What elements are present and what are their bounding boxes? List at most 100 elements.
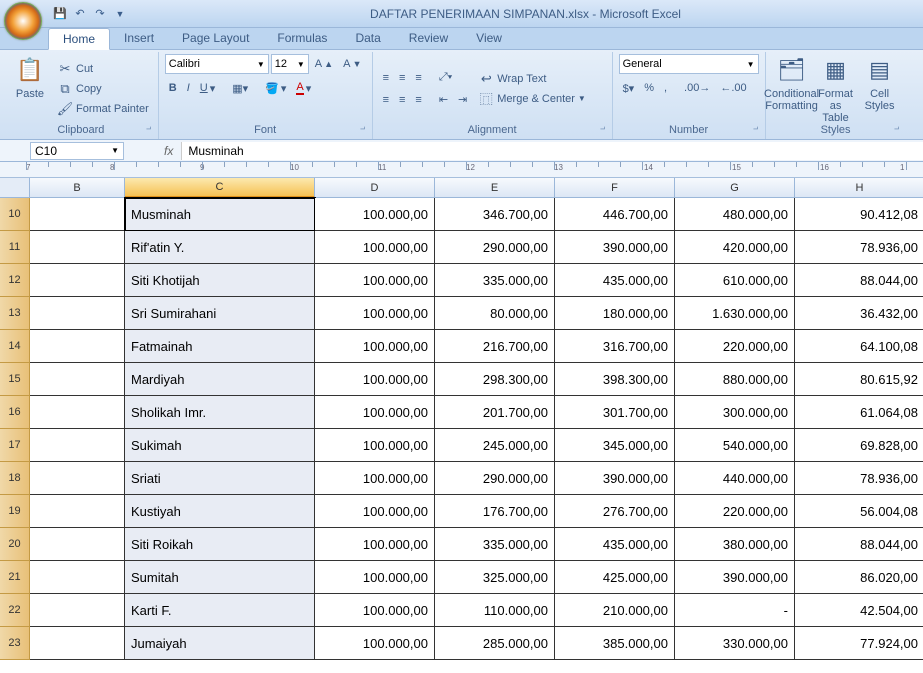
orientation-button[interactable]: ⤢▾: [435, 68, 456, 88]
row-header[interactable]: 13: [0, 297, 30, 330]
align-right-button[interactable]: ≡: [411, 90, 425, 110]
cell-value[interactable]: 345.000,00: [555, 429, 675, 462]
cell-value[interactable]: 300.000,00: [675, 396, 795, 429]
qat-dropdown-icon[interactable]: ▼: [112, 6, 128, 22]
cell-value[interactable]: 110.000,00: [435, 594, 555, 627]
format-as-table-button[interactable]: ▦Format as Table: [816, 54, 856, 125]
row-header[interactable]: 14: [0, 330, 30, 363]
cut-button[interactable]: ✂Cut: [54, 60, 152, 78]
cell-value[interactable]: 100.000,00: [315, 396, 435, 429]
cell-value[interactable]: 100.000,00: [315, 297, 435, 330]
cell[interactable]: [30, 495, 125, 528]
cell-value[interactable]: -: [675, 594, 795, 627]
cell-value[interactable]: 301.700,00: [555, 396, 675, 429]
decrease-indent-button[interactable]: ⇤: [435, 90, 452, 110]
cell-value[interactable]: 80.615,92: [795, 363, 923, 396]
cell-value[interactable]: 100.000,00: [315, 561, 435, 594]
cell-value[interactable]: 390.000,00: [555, 231, 675, 264]
cell[interactable]: [30, 231, 125, 264]
cell-value[interactable]: 390.000,00: [555, 462, 675, 495]
cell-value[interactable]: 346.700,00: [435, 198, 555, 231]
cell-value[interactable]: 335.000,00: [435, 264, 555, 297]
cell-value[interactable]: 285.000,00: [435, 627, 555, 660]
cell-value[interactable]: 88.044,00: [795, 264, 923, 297]
border-button[interactable]: ▦▾: [228, 78, 252, 98]
font-color-button[interactable]: A▾: [292, 78, 315, 98]
cell-value[interactable]: 56.004,08: [795, 495, 923, 528]
cell-value[interactable]: 100.000,00: [315, 264, 435, 297]
wrap-text-button[interactable]: ↩Wrap Text: [475, 70, 589, 88]
tab-home[interactable]: Home: [48, 28, 110, 50]
cell-value[interactable]: 100.000,00: [315, 429, 435, 462]
row-header[interactable]: 10: [0, 198, 30, 231]
row-header[interactable]: 17: [0, 429, 30, 462]
cell-value[interactable]: 64.100,08: [795, 330, 923, 363]
currency-button[interactable]: $▾: [619, 78, 639, 98]
cell-value[interactable]: 69.828,00: [795, 429, 923, 462]
cell-value[interactable]: 80.000,00: [435, 297, 555, 330]
cell[interactable]: [30, 462, 125, 495]
cell[interactable]: [30, 561, 125, 594]
cell-value[interactable]: 77.924,00: [795, 627, 923, 660]
align-middle-button[interactable]: ≡: [395, 68, 409, 88]
cell-value[interactable]: 100.000,00: [315, 363, 435, 396]
formula-input[interactable]: [181, 142, 923, 160]
tab-insert[interactable]: Insert: [110, 28, 168, 49]
cell-name[interactable]: Mardiyah: [125, 363, 315, 396]
cell-value[interactable]: 100.000,00: [315, 330, 435, 363]
tab-review[interactable]: Review: [395, 28, 462, 49]
decrease-font-button[interactable]: A▼: [339, 54, 365, 74]
cell-value[interactable]: 220.000,00: [675, 495, 795, 528]
cell-value[interactable]: 100.000,00: [315, 594, 435, 627]
cell-styles-button[interactable]: ▤Cell Styles: [860, 54, 900, 125]
cell[interactable]: [30, 198, 125, 231]
copy-button[interactable]: ⧉Copy: [54, 80, 152, 98]
cell-value[interactable]: 316.700,00: [555, 330, 675, 363]
cell-value[interactable]: 1.630.000,00: [675, 297, 795, 330]
cell-value[interactable]: 180.000,00: [555, 297, 675, 330]
underline-button[interactable]: U▾: [196, 78, 219, 98]
tab-formulas[interactable]: Formulas: [263, 28, 341, 49]
cell-value[interactable]: 36.432,00: [795, 297, 923, 330]
cell-value[interactable]: 100.000,00: [315, 462, 435, 495]
cell-value[interactable]: 385.000,00: [555, 627, 675, 660]
cell-name[interactable]: Siti Roikah: [125, 528, 315, 561]
cell-value[interactable]: 290.000,00: [435, 231, 555, 264]
cell-value[interactable]: 540.000,00: [675, 429, 795, 462]
cell[interactable]: [30, 594, 125, 627]
fill-color-button[interactable]: 🪣▾: [261, 78, 290, 98]
cell-value[interactable]: 420.000,00: [675, 231, 795, 264]
conditional-formatting-button[interactable]: 🗂Conditional Formatting: [772, 54, 812, 125]
italic-button[interactable]: I: [183, 78, 194, 98]
cell-value[interactable]: 330.000,00: [675, 627, 795, 660]
column-header-G[interactable]: G: [675, 178, 795, 198]
cell-value[interactable]: 176.700,00: [435, 495, 555, 528]
cell-name[interactable]: Sumitah: [125, 561, 315, 594]
format-painter-button[interactable]: 🖌Format Painter: [54, 100, 152, 118]
cell-name[interactable]: Jumaiyah: [125, 627, 315, 660]
tab-page-layout[interactable]: Page Layout: [168, 28, 263, 49]
row-header[interactable]: 18: [0, 462, 30, 495]
cell-value[interactable]: 480.000,00: [675, 198, 795, 231]
cell-value[interactable]: 435.000,00: [555, 528, 675, 561]
row-header[interactable]: 11: [0, 231, 30, 264]
cell-value[interactable]: 100.000,00: [315, 231, 435, 264]
cell-name[interactable]: Siti Khotijah: [125, 264, 315, 297]
cell-value[interactable]: 88.044,00: [795, 528, 923, 561]
cell-name[interactable]: Sholikah Imr.: [125, 396, 315, 429]
cell-name[interactable]: Sri Sumirahani: [125, 297, 315, 330]
row-header[interactable]: 23: [0, 627, 30, 660]
cell-value[interactable]: 610.000,00: [675, 264, 795, 297]
cell-value[interactable]: 245.000,00: [435, 429, 555, 462]
cell[interactable]: [30, 363, 125, 396]
column-header-F[interactable]: F: [555, 178, 675, 198]
tab-data[interactable]: Data: [341, 28, 394, 49]
cell-value[interactable]: 380.000,00: [675, 528, 795, 561]
row-header[interactable]: 15: [0, 363, 30, 396]
increase-font-button[interactable]: A▲: [311, 54, 337, 74]
row-header[interactable]: 20: [0, 528, 30, 561]
row-header[interactable]: 19: [0, 495, 30, 528]
cell-value[interactable]: 440.000,00: [675, 462, 795, 495]
cell-name[interactable]: Sukimah: [125, 429, 315, 462]
undo-icon[interactable]: ↶: [72, 6, 88, 22]
